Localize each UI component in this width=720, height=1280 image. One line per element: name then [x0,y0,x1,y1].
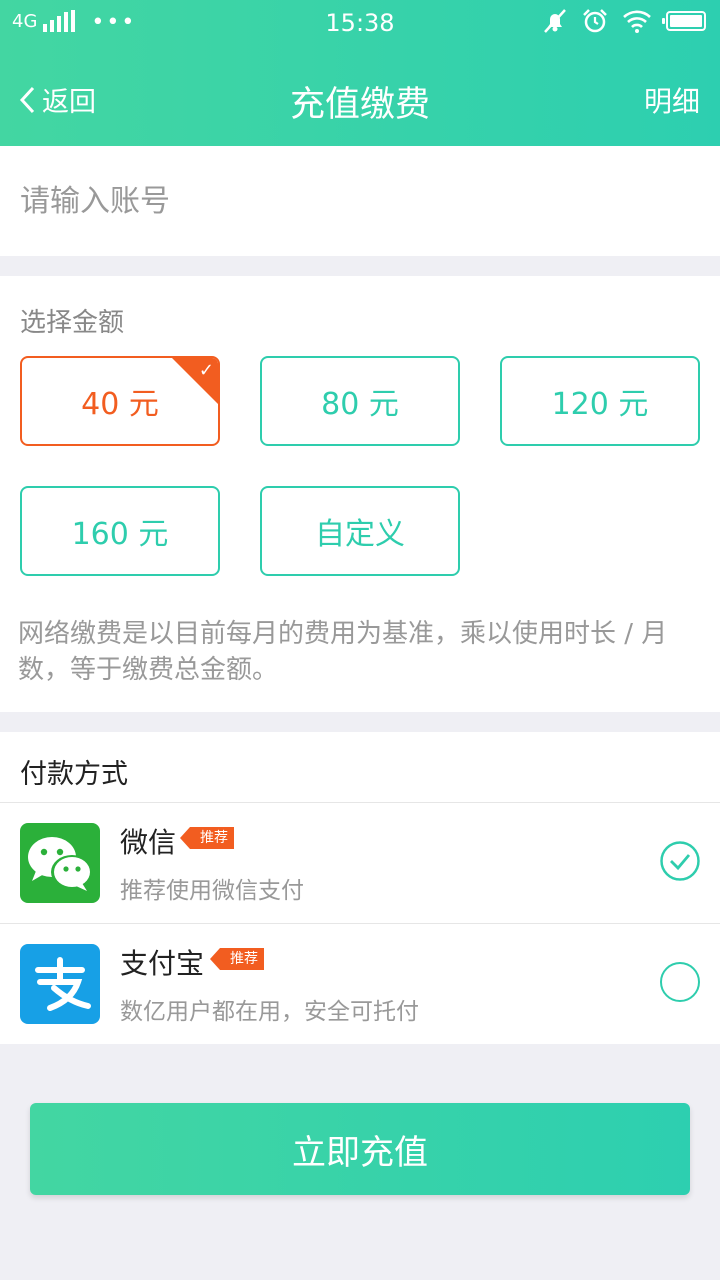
payment-method-desc: 推荐使用微信支付 [120,878,304,904]
payment-section-label: 付款方式 [20,759,128,790]
recommend-badge: 推荐 [210,948,264,970]
amount-section: 选择金额 40 元 ✓ 80 元 120 元 160 元 自定义 网络缴费是以目… [0,276,720,712]
nav-bar: 返回 充值缴费 明细 [0,56,720,140]
amount-option-custom[interactable]: 自定义 [260,486,460,576]
amount-option-label: 120 元 [551,387,649,422]
payment-method-wechat[interactable]: 微信 推荐 推荐使用微信支付 [0,803,720,923]
alipay-icon [20,944,100,1024]
alarm-icon [583,9,607,33]
payment-method-name: 支付宝 [120,947,205,980]
status-right [542,8,706,34]
amount-option-label: 40 元 [81,387,159,422]
account-section [0,146,720,256]
recommend-badge: 推荐 [180,827,234,849]
amount-option-40[interactable]: 40 元 ✓ [20,356,220,446]
battery-icon [662,11,706,31]
submit-button[interactable]: 立即充值 [30,1103,690,1195]
top-bar: 4G ••• 15:38 返回 充值缴费 明细 [0,0,720,146]
wifi-icon [623,10,651,33]
amount-option-label: 80 元 [321,387,399,422]
payment-method-alipay[interactable]: 支付宝 推荐 数亿用户都在用，安全可托付 [0,924,720,1044]
account-input[interactable] [20,146,700,256]
radio-checked-icon[interactable] [660,841,700,881]
payment-method-desc: 数亿用户都在用，安全可托付 [120,999,419,1025]
payment-section: 付款方式 微信 推荐 推荐使用微信支付 支付宝 推荐 数亿用户都在用，安全可托付 [0,732,720,1044]
page-title: 充值缴费 [289,85,430,125]
status-bar: 4G ••• 15:38 [0,0,720,48]
check-icon: ✓ [198,360,214,381]
radio-unchecked-icon[interactable] [660,962,700,1002]
amount-option-120[interactable]: 120 元 [500,356,700,446]
amount-option-160[interactable]: 160 元 [20,486,220,576]
detail-button[interactable]: 明细 [644,80,700,120]
mute-icon [544,9,566,33]
amount-option-label: 自定义 [315,517,405,552]
amount-note: 网络缴费是以目前每月的费用为基准，乘以使用时长 / 月数，等于缴费总金额。 [18,619,668,685]
wechat-icon [20,823,100,903]
amount-option-80[interactable]: 80 元 [260,356,460,446]
amount-section-label: 选择金额 [20,308,125,338]
payment-method-name: 微信 [120,826,177,859]
amount-option-label: 160 元 [71,517,169,552]
